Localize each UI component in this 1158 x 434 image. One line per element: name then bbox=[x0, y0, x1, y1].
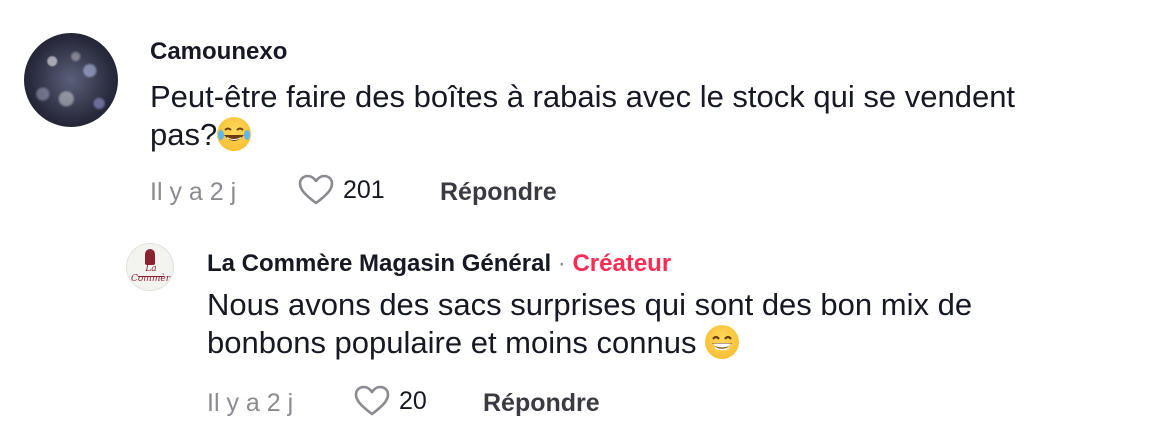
comment: Camounexo Peut-être faire des boîtes à r… bbox=[0, 0, 1158, 220]
reply-button[interactable]: Répondre bbox=[483, 389, 600, 418]
comment-text-line: Peut-être faire des boîtes à rabais avec… bbox=[150, 79, 1016, 114]
like-button[interactable]: 20 bbox=[354, 385, 427, 417]
face-with-tears-of-joy-icon bbox=[217, 117, 252, 151]
divider bbox=[138, 276, 164, 277]
comment-username: La Commère Magasin Général · Créateur bbox=[207, 250, 671, 278]
comment-text: Nous avons des sacs surprises qui sont d… bbox=[207, 286, 1137, 362]
reply-button[interactable]: Répondre bbox=[440, 178, 557, 207]
comment-timestamp: Il y a 2 j bbox=[150, 178, 237, 206]
avatar[interactable] bbox=[24, 33, 118, 127]
reply-comment: La Commère La Commère Magasin Général · … bbox=[0, 220, 1158, 434]
like-count: 20 bbox=[399, 386, 427, 415]
comment-text: Peut-être faire des boîtes à rabais avec… bbox=[150, 78, 1130, 154]
separator: · bbox=[557, 250, 566, 277]
creator-badge: Créateur bbox=[572, 250, 672, 277]
heart-icon bbox=[354, 385, 390, 417]
comment-text-line: pas? bbox=[150, 116, 1130, 154]
logo-figure-icon bbox=[145, 249, 155, 265]
like-count: 201 bbox=[343, 175, 385, 204]
comment-username[interactable]: Camounexo bbox=[150, 38, 287, 66]
comment-text-line: bonbons populaire et moins connus bbox=[207, 324, 1137, 362]
comment-timestamp: Il y a 2 j bbox=[207, 389, 294, 417]
comment-text-line: Nous avons des sacs surprises qui sont d… bbox=[207, 287, 973, 322]
grinning-face-with-smiling-eyes-icon bbox=[705, 325, 740, 359]
heart-icon bbox=[298, 174, 334, 206]
username-link[interactable]: La Commère Magasin Général bbox=[207, 250, 551, 277]
avatar-logo-text: La Commère bbox=[131, 264, 174, 284]
avatar[interactable]: La Commère bbox=[126, 243, 174, 291]
like-button[interactable]: 201 bbox=[298, 174, 385, 206]
